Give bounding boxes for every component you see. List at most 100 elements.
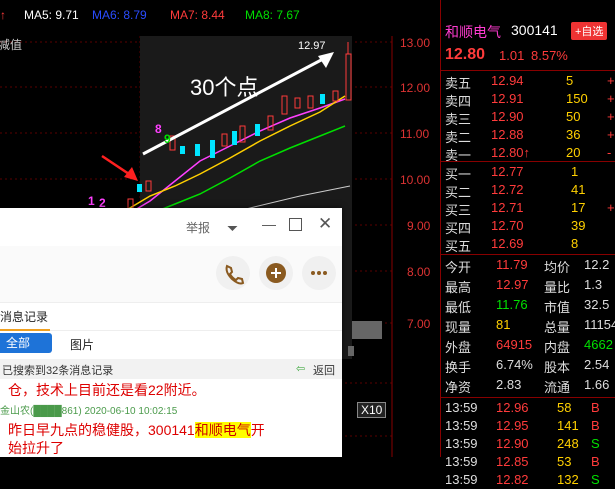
- stat-label: 今开: [445, 260, 472, 275]
- filter-bar: 全部 图片: [0, 330, 342, 356]
- y-tick-12: 12.00: [400, 81, 431, 95]
- price-change: 1.01: [499, 48, 525, 63]
- stat-value: 81: [496, 317, 511, 332]
- dialog-titlebar: 举报 ⏷ — ✕: [0, 208, 342, 246]
- stat-value: 12.2: [584, 257, 610, 272]
- tick-price: 12.96: [496, 400, 529, 415]
- buy-order-row: 买五 12.69 8: [441, 235, 615, 254]
- order-volume: 150: [566, 91, 588, 106]
- tick-time: 13:59: [445, 418, 478, 433]
- order-extra: +: [607, 91, 615, 106]
- stat-label: 股本: [544, 360, 571, 375]
- stat-label: 最高: [445, 280, 472, 295]
- maximize-icon[interactable]: [289, 218, 302, 231]
- sell-order-row: 卖四 12.91 150 +: [441, 90, 615, 109]
- tick-price: 12.90: [496, 436, 529, 451]
- annotation-30-points: 30个点: [190, 75, 259, 100]
- order-price: 12.88: [491, 127, 524, 142]
- quote-panel: 和顺电气 300141 +自选 12.80 1.01 8.57% 卖五 12.94…: [440, 0, 615, 487]
- sell-order-row: 卖五 12.94 5 +: [441, 72, 615, 91]
- sell-order-row: 卖二 12.88 36 +: [441, 126, 615, 145]
- order-volume: 20: [566, 145, 581, 160]
- stat-label: 换手: [445, 360, 472, 375]
- back-button[interactable]: 返回: [313, 362, 335, 378]
- stat-value: 11.79: [496, 257, 528, 272]
- stat-label: 总量: [544, 320, 571, 335]
- filter-images-button[interactable]: 图片: [70, 336, 94, 353]
- tick-direction: B: [591, 400, 600, 415]
- buy-order-row: 买四 12.70 39: [441, 217, 615, 236]
- stat-row: 净资 2.83 流通 1.66: [441, 376, 615, 395]
- pin-icon[interactable]: ⏷: [227, 220, 238, 237]
- x10-badge[interactable]: X10: [357, 402, 387, 418]
- stat-value: 1.66: [584, 377, 610, 392]
- tick-time: 13:59: [445, 436, 478, 451]
- ma8-label: MA8: 7.67: [245, 8, 300, 22]
- tick-direction: B: [591, 418, 600, 433]
- order-volume: 50: [566, 109, 581, 124]
- chat-history-dialog: 举报 ⏷ — ✕ 消息记录 全部 图片 已搜索到32条消息记录 ⇦ 返回 仓，技…: [0, 208, 342, 457]
- back-arrow-icon[interactable]: ⇦: [296, 362, 305, 375]
- order-price: 12.70: [491, 218, 524, 233]
- tick-price: 12.95: [496, 418, 529, 433]
- tick-direction: S: [591, 436, 600, 451]
- y-tick-11: 11.00: [400, 127, 430, 141]
- tick-time: 13:59: [445, 400, 478, 415]
- order-volume: 39: [571, 218, 586, 233]
- close-icon[interactable]: ✕: [318, 214, 332, 234]
- tick-volume: 53: [557, 454, 572, 469]
- stat-label: 均价: [544, 260, 571, 275]
- stat-row: 最高 12.97 量比 1.3: [441, 276, 615, 295]
- minimize-icon[interactable]: —: [262, 216, 276, 232]
- more-button[interactable]: [302, 256, 336, 290]
- tab-message-history[interactable]: 消息记录: [0, 308, 48, 325]
- filter-all-button[interactable]: 全部: [0, 333, 52, 353]
- digit-label-1: 1: [88, 194, 95, 208]
- order-extra: +: [607, 200, 615, 215]
- message-2-header: 金山农(████861) 2020-06-10 10:02:15: [0, 406, 178, 417]
- stat-value: 2.54: [584, 357, 610, 372]
- order-volume: 8: [571, 236, 579, 251]
- order-price: 12.71: [491, 200, 524, 215]
- add-button[interactable]: [259, 256, 293, 290]
- tick-volume: 141: [557, 418, 579, 433]
- stat-value: 2.83: [496, 377, 522, 392]
- left-fragment-label: 减值: [0, 38, 23, 52]
- buy-order-row: 买一 12.77 1: [441, 163, 615, 182]
- add-watchlist-button[interactable]: +自选: [571, 22, 608, 40]
- stat-row: 换手 6.74% 股本 2.54: [441, 356, 615, 375]
- stat-value: 12.97: [496, 277, 529, 292]
- sell-order-row: 卖三 12.90 50 +: [441, 108, 615, 127]
- moving-average-bar: ↑ MA5: 9.71 MA6: 8.79 MA7: 8.44 MA8: 7.6…: [0, 0, 440, 36]
- phone-call-button[interactable]: [216, 256, 250, 290]
- stat-label: 内盘: [544, 340, 571, 355]
- ma7-label: MA7: 8.44: [170, 8, 225, 22]
- tick-row: 13:59 12.95 141 B: [441, 417, 615, 435]
- stat-label: 外盘: [445, 340, 472, 355]
- order-volume: 36: [566, 127, 581, 142]
- tick-row: 13:59 12.85 53 B: [441, 453, 615, 471]
- stat-label: 最低: [445, 300, 472, 315]
- order-price: 12.77: [491, 164, 524, 179]
- order-label: 买五: [445, 239, 472, 254]
- order-volume: 41: [571, 182, 586, 197]
- message-2-line2: 始拉升了: [8, 440, 64, 456]
- peak-price-label: 12.97: [298, 40, 326, 52]
- message-1-text: 仓，技术上目前还是看22附近。: [8, 382, 206, 398]
- stat-label: 市值: [544, 300, 571, 315]
- order-price: 12.91: [491, 91, 524, 106]
- tick-volume: 58: [557, 400, 572, 415]
- dialog-tabs: 消息记录: [0, 302, 342, 331]
- stock-name: 和顺电气: [445, 24, 501, 40]
- stat-value: 32.5: [584, 297, 610, 312]
- stat-value: 64915: [496, 337, 533, 352]
- order-price: 12.90: [491, 109, 524, 124]
- message-2-highlight: 和顺电气: [194, 422, 251, 438]
- stat-value: 6.74%: [496, 357, 533, 372]
- order-extra: +: [607, 127, 615, 142]
- y-tick-7: 7.00: [407, 317, 431, 331]
- report-label[interactable]: 举报: [186, 219, 210, 236]
- divider: [441, 161, 615, 162]
- stock-code: 300141: [511, 22, 558, 38]
- stat-label: 流通: [544, 380, 571, 395]
